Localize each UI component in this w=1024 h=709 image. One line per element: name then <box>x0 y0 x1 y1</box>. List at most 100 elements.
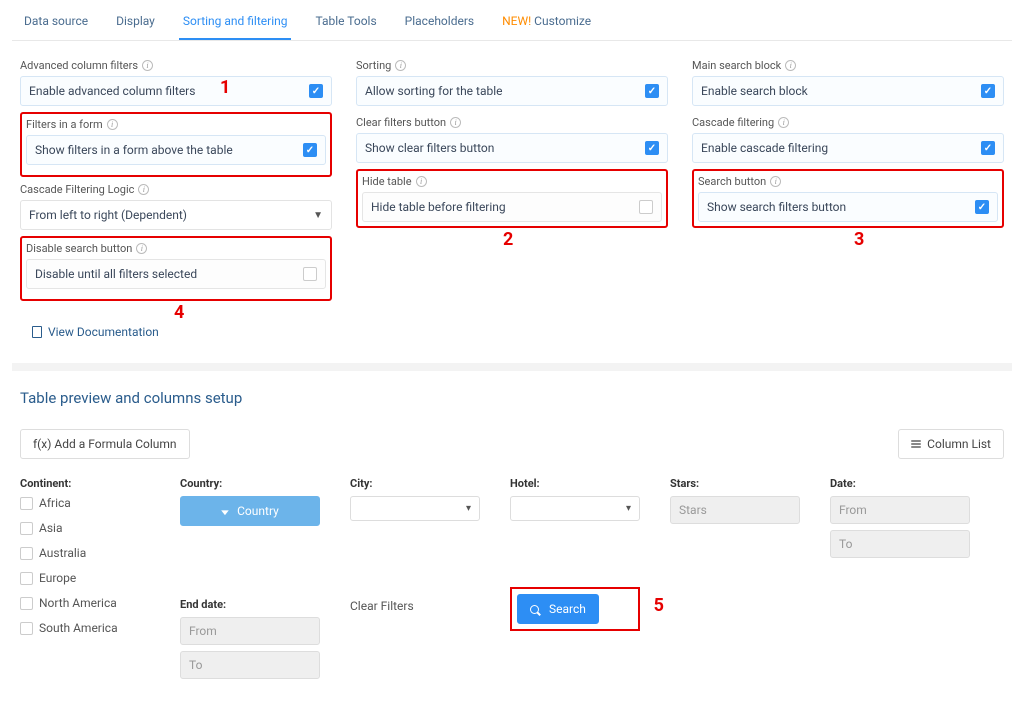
filters-in-form-label: Filters in a form <box>26 118 103 131</box>
tab-data-source[interactable]: Data source <box>20 8 92 40</box>
checkbox-on-icon <box>645 84 659 98</box>
checkbox-icon <box>20 547 33 560</box>
chevron-down-icon: ▾ <box>466 503 471 514</box>
checkbox-off-icon <box>639 200 653 214</box>
setting-cascade-logic: Cascade Filtering Logic i From left to ri… <box>20 183 332 230</box>
info-icon[interactable]: i <box>107 119 118 130</box>
info-icon[interactable]: i <box>778 117 789 128</box>
filters-in-form-toggle[interactable]: Show filters in a form above the table <box>26 135 326 165</box>
checkbox-icon <box>20 572 33 585</box>
info-icon[interactable]: i <box>142 60 153 71</box>
annotation-5: 5 <box>654 595 664 616</box>
setting-cascade-filtering: Cascade filtering i Enable cascade filter… <box>692 116 1004 163</box>
clear-filters-btn-label: Clear filters button <box>356 116 446 129</box>
city-filter-label: City: <box>350 477 480 490</box>
column-list-button[interactable]: Column List <box>898 429 1004 459</box>
checkbox-on-icon <box>309 84 323 98</box>
tab-placeholders[interactable]: Placeholders <box>401 8 478 40</box>
hide-table-label: Hide table <box>362 175 412 188</box>
main-search-toggle[interactable]: Enable search block <box>692 76 1004 106</box>
search-button-toggle[interactable]: Show search filters button <box>698 192 998 222</box>
enddate-to-input[interactable]: To <box>180 651 320 679</box>
search-button-label: Search button <box>698 175 766 188</box>
stars-filter-label: Stars: <box>670 477 800 490</box>
setting-disable-search-button: Disable search button i Disable until all… <box>26 242 326 289</box>
checkbox-icon <box>20 597 33 610</box>
checkbox-icon <box>20 497 33 510</box>
hotel-select[interactable]: ▾ <box>510 496 640 521</box>
chevron-down-icon: ▾ <box>626 503 631 514</box>
setting-sorting: Sorting i Allow sorting for the table <box>356 59 668 106</box>
continent-option[interactable]: Australia <box>20 546 150 560</box>
continent-option[interactable]: North America <box>20 596 150 610</box>
sorting-label: Sorting <box>356 59 391 72</box>
continent-option[interactable]: South America <box>20 621 150 635</box>
cascade-filtering-toggle[interactable]: Enable cascade filtering <box>692 133 1004 163</box>
document-icon <box>32 326 42 338</box>
info-icon[interactable]: i <box>785 60 796 71</box>
city-select[interactable]: ▾ <box>350 496 480 521</box>
enddate-filter-label: End date: <box>180 598 320 611</box>
setting-main-search-block: Main search block i Enable search block <box>692 59 1004 106</box>
add-formula-column-button[interactable]: f(x) Add a Formula Column <box>20 429 190 459</box>
enddate-from-input[interactable]: From <box>180 617 320 645</box>
annotation-1: 1 <box>220 77 230 98</box>
hide-table-toggle[interactable]: Hide table before filtering <box>362 192 662 222</box>
search-button[interactable]: Search <box>517 594 599 624</box>
sorting-toggle[interactable]: Allow sorting for the table <box>356 76 668 106</box>
annotation-3: 3 <box>854 229 864 250</box>
info-icon[interactable]: i <box>416 176 427 187</box>
checkbox-icon <box>20 522 33 535</box>
stars-input[interactable]: Stars <box>670 496 800 524</box>
continent-option[interactable]: Europe <box>20 571 150 585</box>
continent-filter-label: Continent: <box>20 477 150 490</box>
checkbox-on-icon <box>975 200 989 214</box>
tab-customize[interactable]: NEW! Customize <box>498 8 595 40</box>
tab-sorting-filtering[interactable]: Sorting and filtering <box>179 8 292 40</box>
cascade-logic-label: Cascade Filtering Logic <box>20 183 134 196</box>
info-icon[interactable]: i <box>138 184 149 195</box>
continent-option[interactable]: Asia <box>20 521 150 535</box>
info-icon[interactable]: i <box>770 176 781 187</box>
hotel-filter-label: Hotel: <box>510 477 640 490</box>
continent-option[interactable]: Africa <box>20 496 150 510</box>
setting-hide-table: Hide table i Hide table before filtering <box>362 175 662 222</box>
list-icon <box>911 440 921 448</box>
chevron-down-icon: ▼ <box>313 210 323 221</box>
cascade-filtering-label: Cascade filtering <box>692 116 774 129</box>
tab-table-tools[interactable]: Table Tools <box>311 8 380 40</box>
preview-section-title: Table preview and columns setup <box>20 389 1004 407</box>
advanced-filters-toggle[interactable]: Enable advanced column filters <box>20 76 332 106</box>
date-filter-label: Date: <box>830 477 970 490</box>
search-icon <box>530 605 539 614</box>
tab-display[interactable]: Display <box>112 8 159 40</box>
clear-filters-btn-toggle[interactable]: Show clear filters button <box>356 133 668 163</box>
view-documentation-link[interactable]: View Documentation <box>32 325 159 339</box>
setting-advanced-column-filters: Advanced column filters i Enable advanced… <box>20 59 332 106</box>
setting-search-button: Search button i Show search filters butto… <box>698 175 998 222</box>
checkbox-on-icon <box>981 84 995 98</box>
advanced-filters-label: Advanced column filters <box>20 59 138 72</box>
checkbox-on-icon <box>645 141 659 155</box>
disable-search-toggle[interactable]: Disable until all filters selected <box>26 259 326 289</box>
setting-clear-filters-button: Clear filters button i Show clear filters… <box>356 116 668 163</box>
setting-filters-in-form: Filters in a form i Show filters in a for… <box>26 118 326 165</box>
checkbox-on-icon <box>981 141 995 155</box>
checkbox-off-icon <box>303 267 317 281</box>
country-filter-button[interactable]: Country <box>180 496 320 526</box>
annotation-2: 2 <box>503 229 513 250</box>
info-icon[interactable]: i <box>136 243 147 254</box>
info-icon[interactable]: i <box>450 117 461 128</box>
checkbox-on-icon <box>303 143 317 157</box>
info-icon[interactable]: i <box>395 60 406 71</box>
cascade-logic-select[interactable]: From left to right (Dependent)▼ <box>20 200 332 230</box>
checkbox-icon <box>20 622 33 635</box>
date-to-input[interactable]: To <box>830 530 970 558</box>
country-filter-label: Country: <box>180 477 320 490</box>
settings-tabs: Data source Display Sorting and filterin… <box>12 0 1012 41</box>
filter-icon <box>221 504 231 518</box>
main-search-label: Main search block <box>692 59 781 72</box>
date-from-input[interactable]: From <box>830 496 970 524</box>
clear-filters-link[interactable]: Clear Filters <box>350 593 480 613</box>
disable-search-label: Disable search button <box>26 242 132 255</box>
